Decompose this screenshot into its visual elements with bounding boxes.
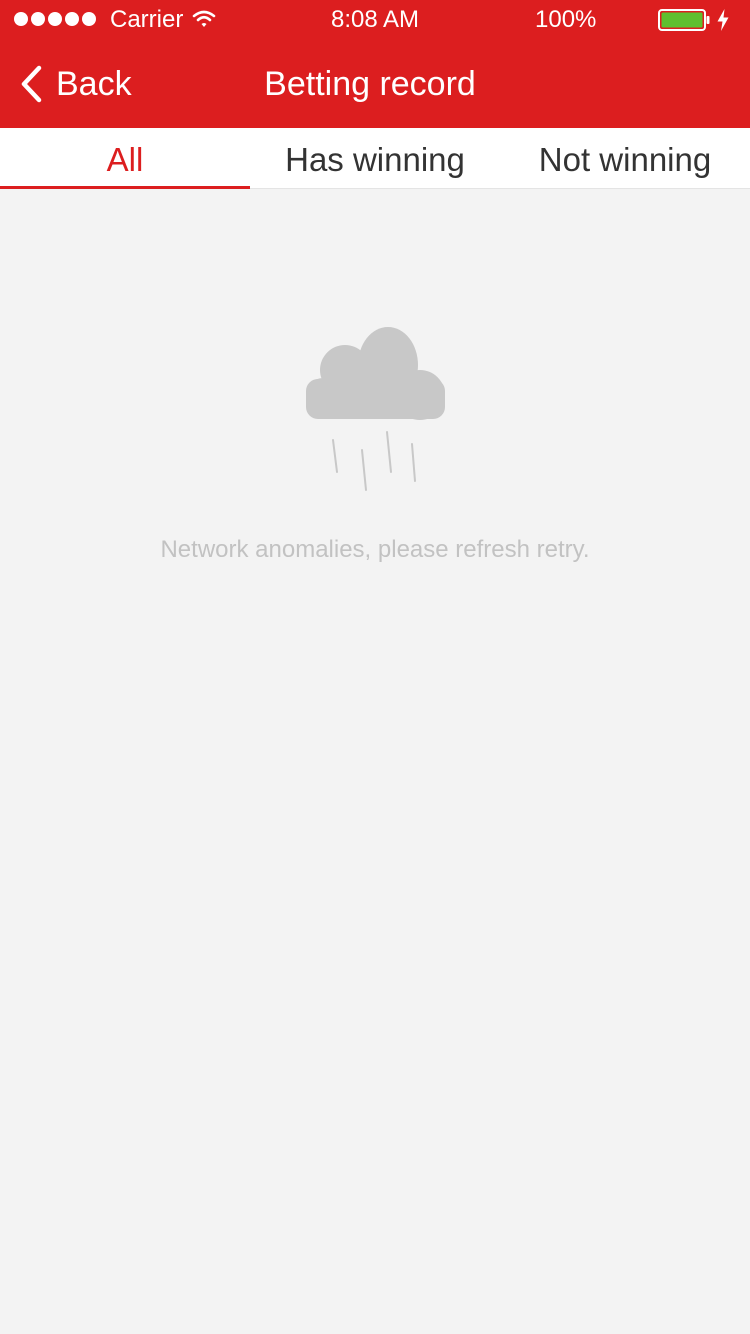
filter-tabs: All Has winning Not winning xyxy=(0,128,750,189)
status-bar: Carrier 8:08 AM 100% xyxy=(0,0,750,40)
cloud-rain-icon xyxy=(306,327,445,491)
charging-bolt-icon xyxy=(717,9,729,31)
app-screen: Carrier 8:08 AM 100% Back Betting record… xyxy=(0,0,750,1334)
battery-icon xyxy=(658,9,710,31)
tab-not-winning[interactable]: Not winning xyxy=(500,128,750,188)
battery-percentage: 100% xyxy=(535,6,597,33)
app-header: Carrier 8:08 AM 100% Back Betting record xyxy=(0,0,750,128)
status-time: 8:08 AM xyxy=(330,6,420,33)
tab-all[interactable]: All xyxy=(0,128,250,189)
page-title: Betting record xyxy=(264,65,476,103)
tab-has-winning[interactable]: Has winning xyxy=(250,128,500,188)
empty-state: Network anomalies, please refresh retry. xyxy=(0,188,750,1334)
navigation-bar: Back Betting record xyxy=(0,40,750,128)
error-message: Network anomalies, please refresh retry. xyxy=(160,536,590,563)
